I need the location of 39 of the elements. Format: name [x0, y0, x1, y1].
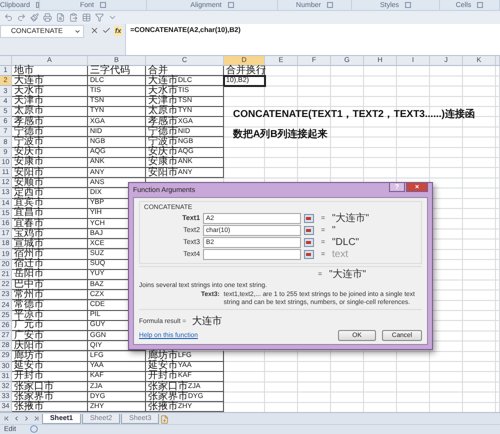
cancel-icon[interactable]	[90, 26, 99, 36]
print-preview-icon[interactable]	[56, 13, 65, 22]
macro-record-icon[interactable]	[30, 425, 38, 434]
next-sheet-icon[interactable]	[23, 415, 30, 422]
formula-result-value: 大连市	[192, 314, 222, 328]
argument-result: text	[332, 250, 350, 260]
first-sheet-icon[interactable]	[3, 415, 10, 422]
table-icon[interactable]	[82, 13, 91, 22]
printer-icon[interactable]	[43, 13, 52, 22]
dialog-launcher-icon[interactable]	[405, 2, 412, 8]
column-header[interactable]	[496, 56, 500, 66]
cell-text: 数把A列B列连接起来	[233, 128, 328, 141]
redo-icon[interactable]	[17, 13, 26, 22]
last-sheet-icon[interactable]	[33, 415, 40, 422]
filter-icon[interactable]	[95, 13, 104, 22]
undo-icon[interactable]	[4, 13, 13, 22]
cell-text: CONCATENATE(TEXT1，TEXT2，TEXT3......)连接函	[233, 108, 475, 121]
table-cell: 广元市	[12, 320, 88, 331]
argument-result: "DLC"	[332, 238, 360, 248]
table-cell: 开封市	[12, 372, 88, 382]
argument-result: "大连市"	[332, 214, 370, 224]
dialog-launcher-icon[interactable]	[36, 2, 39, 8]
function-result: "大连市"	[329, 270, 368, 280]
table-cell: 安康市	[12, 158, 88, 168]
select-all-corner[interactable]	[0, 56, 12, 66]
dialog-launcher-icon[interactable]	[326, 2, 333, 8]
dialog-launcher-icon[interactable]	[100, 2, 106, 8]
table-cell: 三字代码	[88, 66, 146, 76]
argument-result: "	[332, 226, 337, 236]
paintbrush-icon[interactable]	[30, 13, 39, 22]
table-cell: 宜昌市	[12, 208, 88, 219]
enter-icon[interactable]	[102, 26, 111, 36]
dialog-launcher-icon[interactable]	[228, 2, 234, 8]
previous-sheet-icon[interactable]	[13, 415, 20, 422]
argument-field[interactable]	[203, 249, 301, 260]
paste-icon[interactable]	[69, 13, 78, 22]
dialog-launcher-icon[interactable]	[477, 2, 484, 8]
insert-sheet-icon[interactable]	[160, 414, 170, 424]
caret-icon[interactable]	[74, 28, 81, 36]
